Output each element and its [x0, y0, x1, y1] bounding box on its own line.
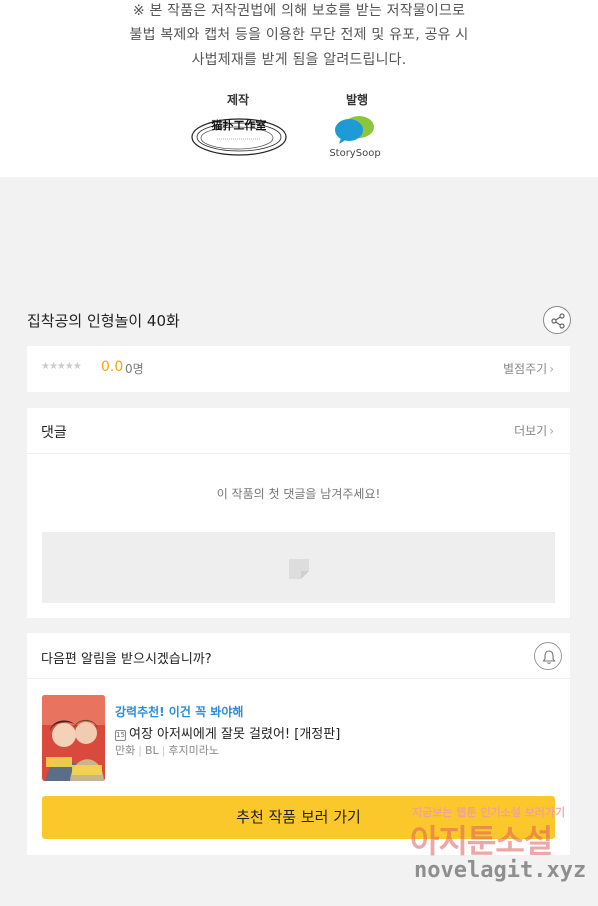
rating-card: ★★★★★ 0.0 0명 별점주기 › [27, 346, 570, 392]
share-button[interactable] [543, 306, 571, 334]
production-logo: 猫扑工作室 [189, 113, 289, 159]
publisher-credit: 발행 [337, 89, 377, 108]
episode-title: 집착공의 인형놀이 40화 [27, 312, 180, 330]
share-icon [551, 313, 565, 329]
recommendation-tag: 강력추천! 이건 꼭 봐야해 [115, 705, 244, 719]
copyright-notice-line-3: 사법제재를 받게 됨을 알려드립니다. [191, 52, 407, 68]
watermark-middle-text: 아지툰소설 [410, 822, 553, 860]
recommendation-author: 후지미라노 [168, 744, 219, 757]
age-rating-badge: 15 [115, 730, 126, 741]
comments-title: 댓글 [41, 425, 67, 441]
rate-button[interactable]: 별점주기 › [503, 360, 554, 377]
recommendation-thumbnail[interactable] [42, 695, 105, 781]
comments-more-link[interactable]: 더보기 › [514, 422, 554, 439]
episode-title-row: 집착공의 인형놀이 40화 [27, 300, 571, 338]
watermark-bottom-text: novelagit.xyz [414, 858, 587, 883]
chevron-right-icon: › [549, 362, 554, 376]
production-credit: 제작 [218, 89, 258, 108]
bell-icon [542, 650, 556, 664]
rating-score: 0.0 [101, 359, 124, 375]
recommendation-meta: 만화 | BL | 후지미라노 [115, 742, 219, 758]
copyright-notice-line-1: ※ 본 작품은 저작권법에 의해 보호를 받는 저작물이므로 [132, 3, 466, 19]
comments-more-label: 더보기 [514, 424, 548, 438]
rating-count: 0명 [125, 362, 144, 376]
chevron-right-icon: › [549, 424, 554, 438]
publisher-label: 발행 [345, 93, 369, 107]
production-label: 제작 [226, 93, 250, 107]
publisher-logo: StorySoop [327, 113, 383, 161]
rate-button-label: 별점주기 [503, 362, 548, 376]
comment-input-box[interactable] [42, 532, 555, 603]
meta-separator: | [138, 744, 142, 757]
next-episode-header: 다음편 알림을 받으시겠습니까? [27, 633, 570, 679]
meta-separator: | [161, 744, 166, 757]
recommendation-title-row[interactable]: 15 여장 아저씨에게 잘못 걸렸어! [개정판] [115, 723, 340, 742]
next-episode-question: 다음편 알림을 받으시겠습니까? [41, 652, 212, 667]
comments-header: 댓글 더보기 › [27, 408, 570, 454]
comments-empty-message: 이 작품의 첫 댓글을 남겨주세요! [216, 487, 381, 501]
copyright-notice-line-2: 불법 복제와 캡처 등을 이용한 무단 전제 및 유포, 공유 시 [129, 27, 469, 43]
recommendation-category: BL [144, 744, 159, 757]
recommendation-genre: 만화 [115, 744, 136, 757]
publisher-logo-text: StorySoop [329, 148, 380, 159]
recommendation-title: 여장 아저씨에게 잘못 걸렸어! [개정판] [129, 727, 341, 742]
comments-card: 댓글 더보기 › 이 작품의 첫 댓글을 남겨주세요! [27, 408, 570, 618]
watermark: 지금보는 웹툰 인기소설 보러가기 아지툰소설 novelagit.xyz [408, 804, 586, 886]
notification-bell-button[interactable] [534, 642, 562, 670]
comment-write-icon [289, 559, 309, 579]
rating-stars[interactable]: ★★★★★ [41, 361, 82, 372]
copyright-notice-section: ※ 본 작품은 저작권법에 의해 보호를 받는 저작물이므로 불법 복제와 캡처… [0, 0, 598, 177]
production-logo-text: 猫扑工作室 [212, 118, 267, 132]
